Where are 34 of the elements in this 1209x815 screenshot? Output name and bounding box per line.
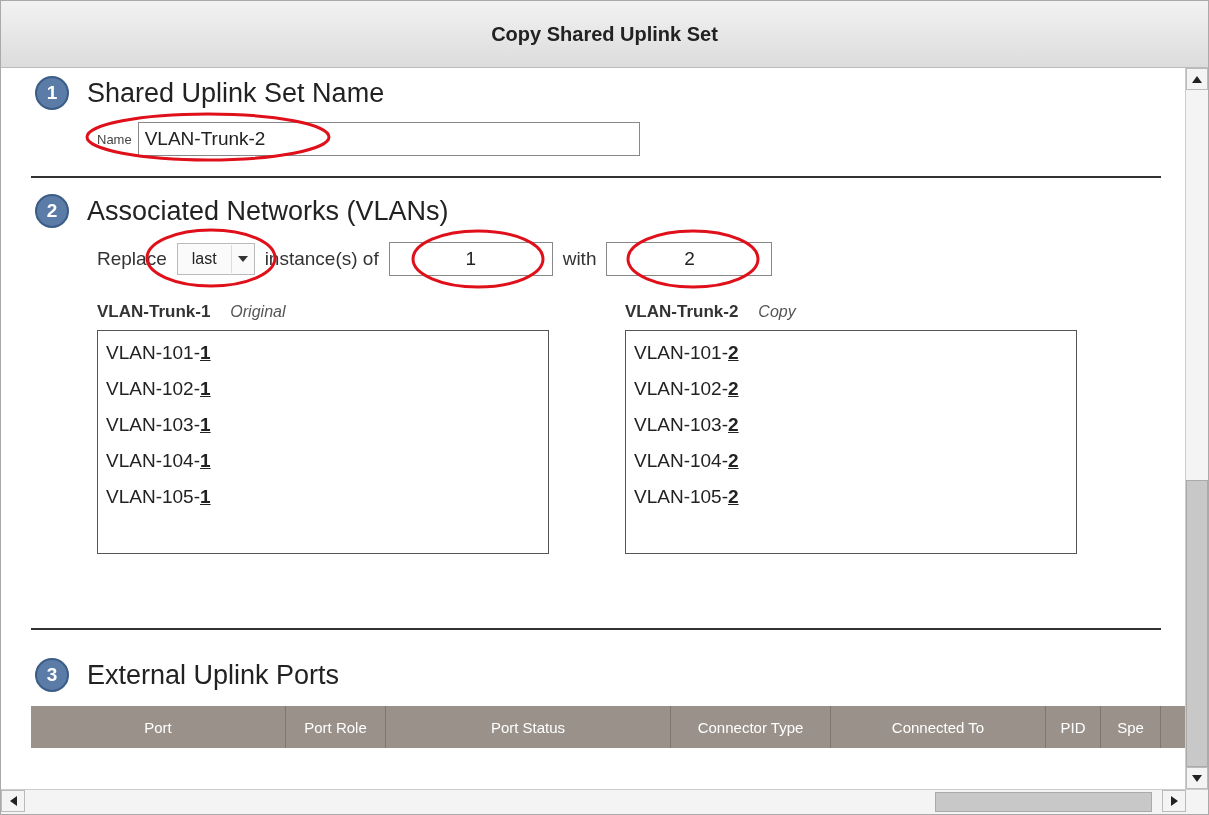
occurrence-dropdown[interactable]: last <box>176 243 255 275</box>
list-item[interactable]: VLAN-104-1 <box>106 443 540 479</box>
find-input[interactable]: 1 <box>388 242 553 276</box>
list-item[interactable]: VLAN-103-1 <box>106 407 540 443</box>
right-arrow-icon[interactable] <box>1170 796 1178 806</box>
with-label: with <box>562 248 597 270</box>
list-item[interactable]: VLAN-102-1 <box>106 371 540 407</box>
list-item[interactable]: VLAN-105-2 <box>634 479 1068 515</box>
list-subtitle: Copy <box>758 303 796 321</box>
list-item[interactable]: VLAN-101-1 <box>106 335 540 371</box>
list-item[interactable]: VLAN-103-2 <box>634 407 1068 443</box>
list-subtitle: Original <box>230 303 286 321</box>
caret-icon <box>237 256 248 262</box>
list-item[interactable]: VLAN-105-1 <box>106 479 540 515</box>
section-title: Shared Uplink Set Name <box>87 77 385 109</box>
replace-input[interactable]: 2 <box>606 242 773 276</box>
name-input[interactable]: VLAN-Trunk-2 <box>137 122 640 156</box>
field-label: Name <box>97 131 132 147</box>
list-item[interactable]: VLAN-104-2 <box>634 443 1068 479</box>
down-arrow-icon[interactable] <box>1192 774 1202 782</box>
left-arrow-icon[interactable] <box>9 796 17 806</box>
list-title: VLAN-Trunk-1 <box>97 302 211 322</box>
section-title: Associated Networks (VLANs) <box>87 195 449 227</box>
list-item[interactable]: VLAN-102-2 <box>634 371 1068 407</box>
vertical-scrollbar[interactable] <box>1185 68 1208 789</box>
list-title: VLAN-Trunk-2 <box>625 302 739 322</box>
step-number-badge: 2 <box>35 194 69 228</box>
section-title: External Uplink Ports <box>87 659 340 691</box>
window-title: Copy Shared Uplink Set <box>491 22 718 46</box>
horizontal-scrollbar[interactable] <box>1 789 1208 814</box>
step-number-badge: 1 <box>35 76 69 110</box>
step-number-badge: 3 <box>35 658 69 692</box>
list-item[interactable]: VLAN-101-2 <box>634 335 1068 371</box>
up-arrow-icon[interactable] <box>1192 75 1202 83</box>
